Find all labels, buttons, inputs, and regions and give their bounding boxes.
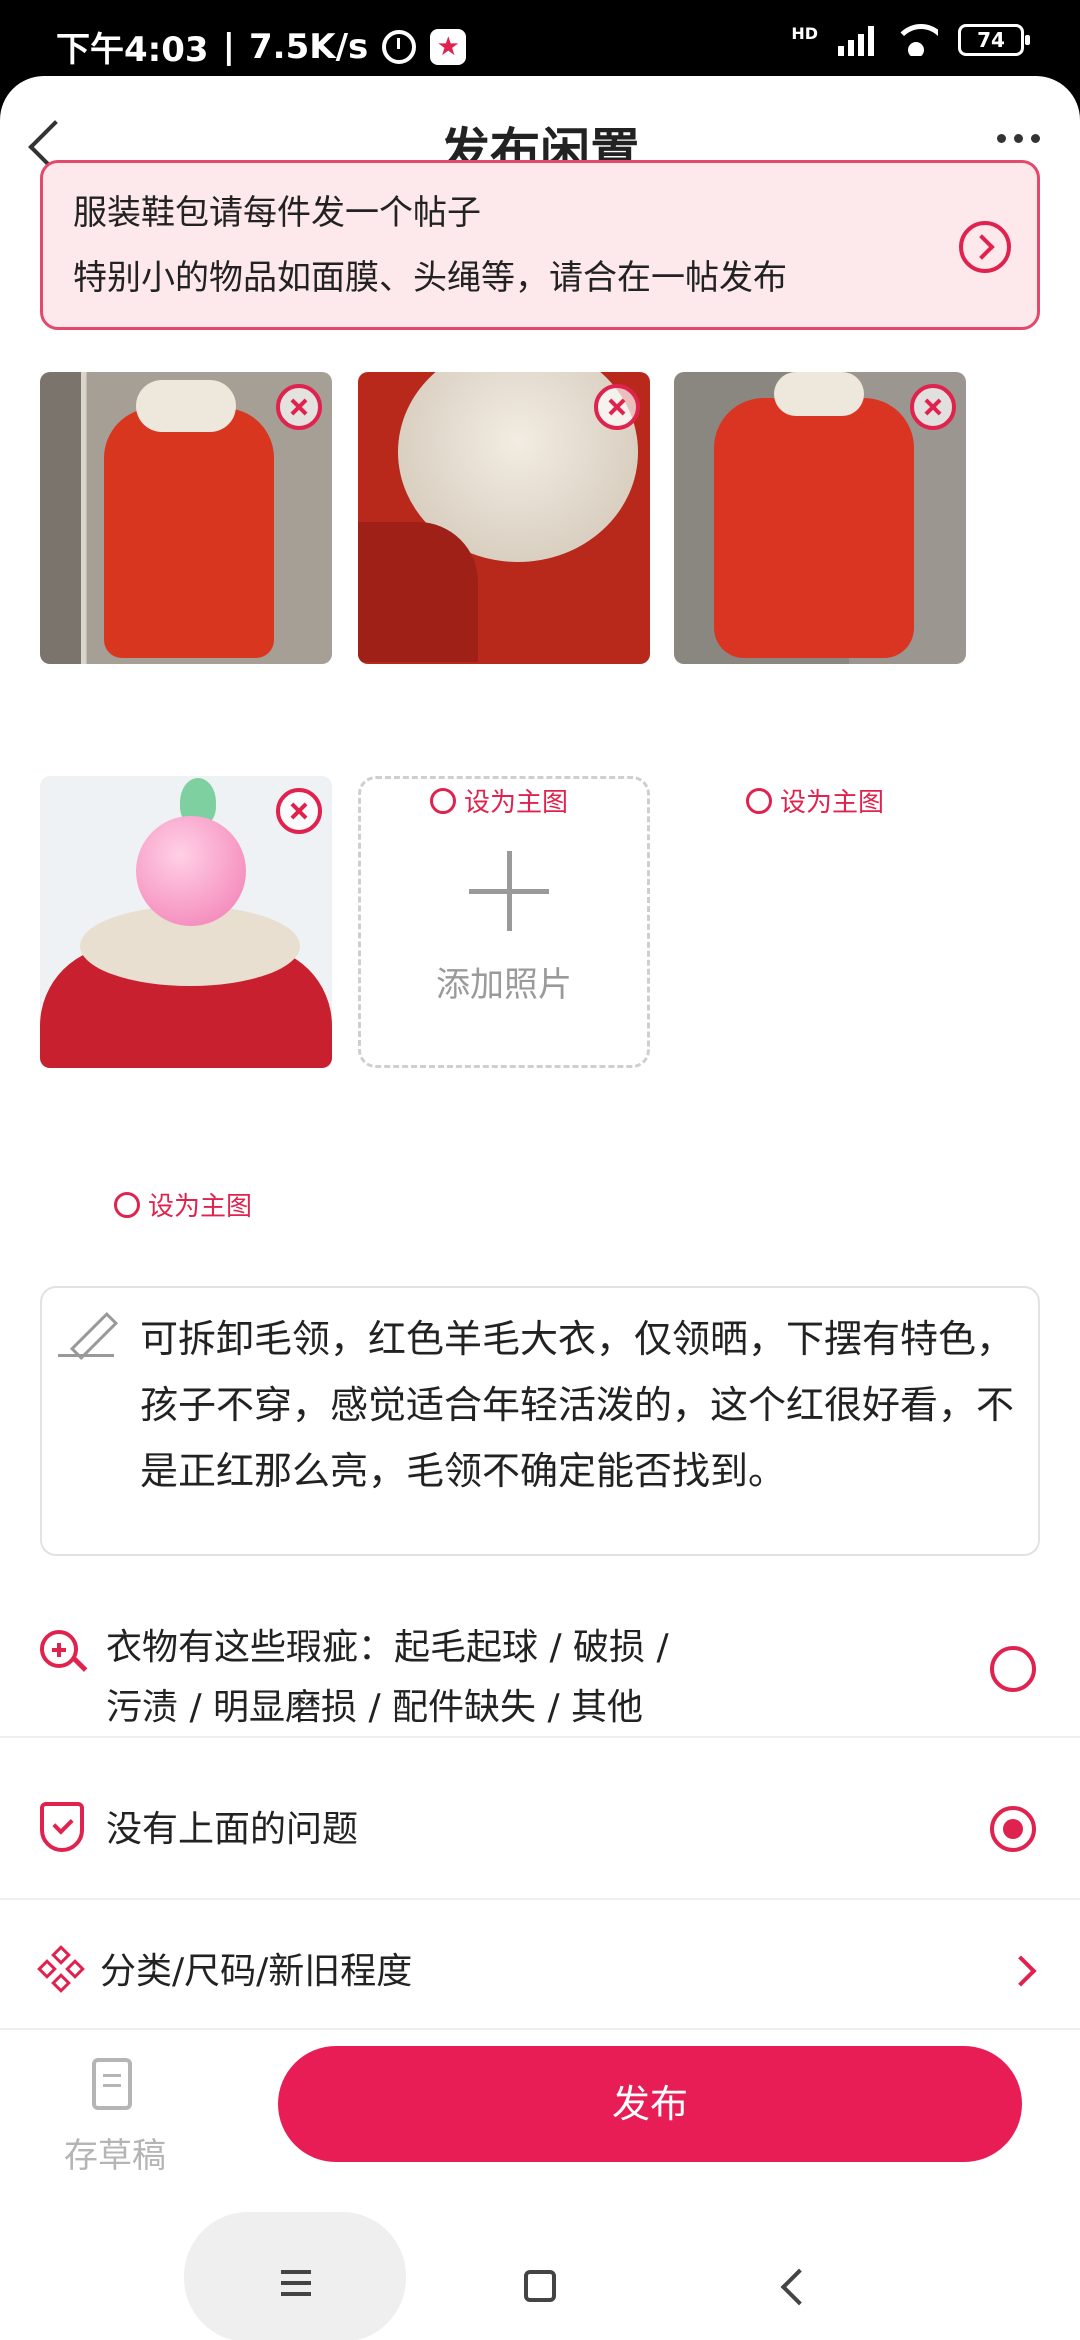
publish-button[interactable]: 发布 xyxy=(278,2046,1022,2162)
draft-document-icon xyxy=(92,2058,132,2110)
radio-unselected-icon xyxy=(746,787,772,814)
remove-photo-icon[interactable] xyxy=(276,788,322,834)
flaws-option[interactable]: 衣物有这些瑕疵：起毛起球 / 破损 / 污渍 / 明显磨损 / 配件缺失 / 其… xyxy=(0,1608,1080,1738)
peach-sticker xyxy=(136,816,246,926)
save-draft-button[interactable]: 存草稿 xyxy=(40,2048,190,2178)
status-right: HD 74 xyxy=(791,24,1030,56)
more-options-icon[interactable] xyxy=(997,134,1040,143)
category-size-condition-row[interactable]: 分类/尺码/新旧程度 xyxy=(0,1912,1080,2032)
no-issue-option[interactable]: 没有上面的问题 xyxy=(0,1766,1080,1900)
notice-banner[interactable]: 服装鞋包请每件发一个帖子 特别小的物品如面膜、头绳等，请合在一帖发布 xyxy=(40,160,1040,330)
system-nav-bar xyxy=(0,2204,1080,2340)
alarm-icon xyxy=(382,29,417,64)
recent-apps-icon[interactable] xyxy=(281,2270,311,2303)
set-main-label: 设为主图 xyxy=(148,1192,253,1222)
photo-thumbnail-2[interactable] xyxy=(358,372,650,664)
chevron-right-icon xyxy=(1005,1955,1037,1987)
photo-thumbnail-4[interactable] xyxy=(40,776,332,1068)
pencil-icon xyxy=(58,1304,118,1360)
bottom-action-bar: 存草稿 发布 xyxy=(0,2028,1080,2206)
battery-level: 74 xyxy=(977,28,1005,52)
set-main-photo-3[interactable]: 设为主图 xyxy=(746,782,884,819)
nav-back-icon[interactable] xyxy=(780,2268,818,2306)
status-bar: 下午4:03 | 7.5K/s ★ HD 74 xyxy=(0,0,1080,80)
notice-line-1: 服装鞋包请每件发一个帖子 xyxy=(73,193,481,233)
status-speed: 7.5K/s xyxy=(249,26,369,67)
status-left: 下午4:03 | 7.5K/s ★ xyxy=(56,22,467,71)
flaws-radio[interactable] xyxy=(990,1646,1036,1692)
add-photo-label: 添加照片 xyxy=(436,965,572,1005)
battery-icon: 74 xyxy=(958,24,1030,56)
status-separator: | xyxy=(222,26,235,67)
home-icon[interactable] xyxy=(524,2270,556,2302)
plus-icon xyxy=(469,851,549,931)
no-issue-radio[interactable] xyxy=(990,1806,1036,1852)
publish-page: 发布闲置 服装鞋包请每件发一个帖子 特别小的物品如面膜、头绳等，请合在一帖发布 … xyxy=(0,76,1080,2216)
save-draft-label: 存草稿 xyxy=(64,2136,166,2176)
no-issue-text: 没有上面的问题 xyxy=(106,1809,359,1850)
zoom-in-icon xyxy=(40,1630,78,1668)
category-row-label: 分类/尺码/新旧程度 xyxy=(100,1951,413,1992)
remove-photo-icon[interactable] xyxy=(276,384,322,430)
app-notification-icon: ★ xyxy=(430,28,467,65)
photo-thumbnail-3[interactable] xyxy=(674,372,966,664)
hd-label: HD xyxy=(791,24,818,43)
shield-check-icon xyxy=(40,1802,84,1852)
status-time: 下午4:03 xyxy=(56,30,209,70)
category-diamond-icon xyxy=(37,1945,85,1993)
description-textarea[interactable]: 可拆卸毛领，红色羊毛大衣，仅领晒，下摆有特色，孩子不穿，感觉适合年轻活泼的，这个… xyxy=(40,1286,1040,1556)
flaws-text: 衣物有这些瑕疵：起毛起球 / 破损 / 污渍 / 明显磨损 / 配件缺失 / 其… xyxy=(106,1618,669,1738)
set-main-photo-4[interactable]: 设为主图 xyxy=(114,1186,252,1223)
flaws-line-1: 衣物有这些瑕疵：起毛起球 / 破损 / xyxy=(106,1627,669,1668)
signal-icon xyxy=(838,24,874,56)
zoom-handle xyxy=(72,1657,88,1672)
flaws-line-2: 污渍 / 明显磨损 / 配件缺失 / 其他 xyxy=(106,1687,644,1728)
set-main-label: 设为主图 xyxy=(780,788,885,818)
notice-line-2: 特别小的物品如面膜、头绳等，请合在一帖发布 xyxy=(73,258,787,298)
wifi-icon xyxy=(894,24,938,56)
add-photo-button[interactable]: 添加照片 xyxy=(358,776,650,1068)
remove-photo-icon[interactable] xyxy=(594,384,640,430)
chevron-right-circle-icon[interactable] xyxy=(959,221,1011,273)
radio-unselected-icon xyxy=(114,1191,140,1218)
photo-thumbnail-1[interactable] xyxy=(40,372,332,664)
description-text: 可拆卸毛领，红色羊毛大衣，仅领晒，下摆有特色，孩子不穿，感觉适合年轻活泼的，这个… xyxy=(140,1317,1015,1493)
remove-photo-icon[interactable] xyxy=(910,384,956,430)
